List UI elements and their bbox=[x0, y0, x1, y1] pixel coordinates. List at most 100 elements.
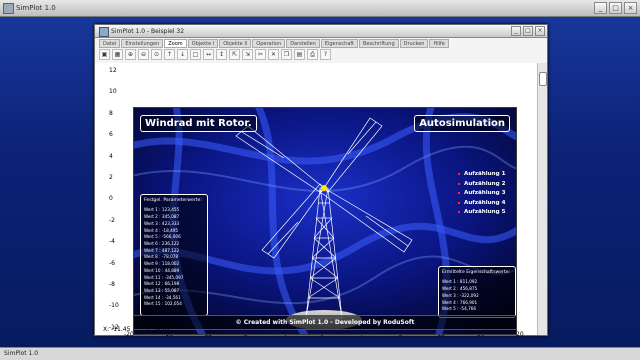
shrink-icon[interactable]: ⇲ bbox=[242, 49, 253, 60]
cut-icon[interactable]: ✂ bbox=[255, 49, 266, 60]
result-box-heading: Ermittelte Eigenschaftswerte: bbox=[442, 270, 511, 275]
parameter-value: Wert 10 : 44,889 bbox=[144, 267, 180, 273]
y-tick-label: -4 bbox=[109, 238, 115, 246]
result-value: Wert 4 : 766,901 bbox=[442, 299, 478, 305]
parameter-value: Wert 11 : -345,097 bbox=[144, 274, 184, 280]
y-tick-label: -6 bbox=[109, 259, 115, 267]
tab-zoom[interactable]: Zoom bbox=[164, 39, 187, 48]
windmill-graphic: Windrad mit Rotor. Autosimulation Aufzäh… bbox=[133, 107, 517, 335]
graphic-title-left: Windrad mit Rotor. bbox=[140, 115, 257, 132]
y-tick-label: 4 bbox=[109, 152, 113, 160]
tab-operation[interactable]: Operation bbox=[252, 39, 286, 48]
coordinate-readout: X: -11.45 Y: 18.02 bbox=[103, 326, 184, 333]
tab-datei[interactable]: Datei bbox=[99, 39, 121, 48]
y-tick-label: -8 bbox=[109, 281, 115, 288]
enumeration-list: Aufzählung 1 Aufzählung 2 Aufzählung 3 Aufz… bbox=[458, 170, 505, 218]
copy-icon[interactable]: ❐ bbox=[281, 49, 292, 60]
parameter-value: Wert 9 : 118,002 bbox=[144, 261, 180, 267]
tab-einstellungen[interactable]: Einstellungen bbox=[121, 39, 164, 48]
rotor-hub bbox=[321, 185, 327, 191]
graphic-title-right: Autosimulation bbox=[414, 115, 510, 132]
window-minimize-button[interactable]: _ bbox=[511, 26, 521, 36]
y-tick-label: -2 bbox=[109, 216, 115, 224]
y-tick-label: 12 bbox=[109, 67, 117, 74]
x-tick-label: 20 bbox=[516, 331, 524, 338]
app-title-bar: SimPlot 1.0 _ □ × bbox=[0, 0, 640, 17]
maximize-button[interactable]: □ bbox=[609, 2, 622, 14]
help-icon[interactable]: ? bbox=[320, 49, 331, 60]
window-title-bar: SimPlot 1.0 - Beispiel 32 _ □ × bbox=[95, 25, 547, 38]
tab-beschriftung[interactable]: Beschriftung bbox=[359, 39, 399, 48]
parameter-box: Festgel. Parameterwerte: Wert 1 : 123,45… bbox=[140, 194, 208, 316]
app-window-controls: _ □ × bbox=[594, 2, 637, 14]
zoom-fit-icon[interactable]: ⊙ bbox=[151, 49, 162, 60]
enumeration-item: Aufzählung 3 bbox=[458, 189, 505, 199]
parameter-value: Wert 5 : -566,006 bbox=[144, 234, 181, 240]
fit-height-icon[interactable]: ↕ bbox=[216, 49, 227, 60]
fit-width-icon[interactable]: ↔ bbox=[203, 49, 214, 60]
minimize-button[interactable]: _ bbox=[594, 2, 607, 14]
tab-drucken[interactable]: Drucken bbox=[399, 39, 429, 48]
y-coordinate: Y: 18.02 bbox=[146, 326, 171, 333]
enumeration-item: Aufzählung 2 bbox=[458, 180, 505, 190]
status-bar: SimPlot 1.0 bbox=[0, 347, 640, 360]
enumeration-item: Aufzählung 5 bbox=[458, 208, 505, 218]
parameter-box-heading: Festgel. Parameterwerte: bbox=[144, 198, 202, 203]
result-value: Wert 1 : 811,092 bbox=[442, 279, 478, 285]
paste-icon[interactable]: ▤ bbox=[294, 49, 305, 60]
window-maximize-button[interactable]: □ bbox=[523, 26, 533, 36]
y-tick-label: 6 bbox=[109, 131, 113, 139]
zoom-in-icon[interactable]: ⊕ bbox=[125, 49, 136, 60]
print-icon[interactable]: ▣ bbox=[99, 49, 110, 60]
enumeration-item: Aufzählung 1 bbox=[458, 170, 505, 180]
parameter-value: Wert 2 : 345,087 bbox=[144, 214, 180, 220]
result-box: Ermittelte Eigenschaftswerte: Wert 1 : 8… bbox=[438, 266, 516, 318]
parameter-value: Wert 7 : 487,122 bbox=[144, 247, 180, 253]
result-value: Wert 2 : 456,875 bbox=[442, 286, 478, 292]
window-icon bbox=[99, 27, 109, 37]
close-button[interactable]: × bbox=[624, 2, 637, 14]
app-title: SimPlot 1.0 bbox=[16, 4, 56, 12]
y-tick-label: 8 bbox=[109, 109, 113, 117]
parameter-value: Wert 8 : -78,078 bbox=[144, 254, 179, 260]
document-window: SimPlot 1.0 - Beispiel 32 _ □ × Datei Ein… bbox=[94, 24, 548, 338]
grid-icon[interactable]: ▦ bbox=[112, 49, 123, 60]
scrollbar-thumb[interactable] bbox=[539, 72, 547, 86]
parameter-value: Wert 12 : 66,198 bbox=[144, 281, 180, 287]
parameter-value: Wert 1 : 123,455 bbox=[144, 207, 180, 213]
parameter-value: Wert 6 : 236,122 bbox=[144, 240, 180, 246]
arrow-down-icon[interactable]: ↓ bbox=[177, 49, 188, 60]
tab-darstellen[interactable]: Darstellen bbox=[286, 39, 320, 48]
delete-icon[interactable]: ✕ bbox=[268, 49, 279, 60]
arrow-up-icon[interactable]: ↑ bbox=[164, 49, 175, 60]
y-tick-label: -10 bbox=[109, 302, 119, 310]
parameter-value: Wert 3 : 423,333 bbox=[144, 220, 180, 226]
result-value: Wert 3 : -322,092 bbox=[442, 292, 479, 298]
expand-icon[interactable]: ⇱ bbox=[229, 49, 240, 60]
tab-hilfe[interactable]: Hilfe bbox=[429, 39, 449, 48]
y-tick-label: 10 bbox=[109, 88, 117, 96]
tab-objekte-i[interactable]: Objekte I bbox=[187, 39, 219, 48]
app-icon bbox=[3, 3, 14, 14]
window-close-button[interactable]: × bbox=[535, 26, 545, 36]
parameter-value: Wert 13 : 55,087 bbox=[144, 287, 180, 293]
menu-tabs: Datei Einstellungen Zoom Objekte I Objekte I… bbox=[95, 38, 547, 48]
printer-icon[interactable]: ⎙ bbox=[307, 49, 318, 60]
vertical-scrollbar[interactable] bbox=[537, 63, 547, 335]
result-value: Wert 5 : -54,766 bbox=[442, 306, 477, 312]
parameter-value: Wert 15 : 102,054 bbox=[144, 301, 182, 307]
parameter-value: Wert 14 : -34,561 bbox=[144, 294, 181, 300]
x-coordinate: X: -11.45 bbox=[103, 326, 131, 333]
window-title: SimPlot 1.0 - Beispiel 32 bbox=[111, 28, 185, 35]
zoom-out-icon[interactable]: ⊖ bbox=[138, 49, 149, 60]
window-controls: _ □ × bbox=[511, 26, 545, 36]
tab-eigenschaft[interactable]: Eigenschaft bbox=[320, 39, 359, 48]
status-text: SimPlot 1.0 bbox=[4, 350, 39, 357]
y-tick-label: 0 bbox=[109, 195, 113, 203]
crop-icon[interactable]: □ bbox=[190, 49, 201, 60]
plot-area[interactable]: 121086420-2-4-6-8-10-12 -20-16-12-8-4048… bbox=[95, 63, 547, 338]
parameter-value: Wert 4 : -18,495 bbox=[144, 227, 179, 233]
enumeration-item: Aufzählung 4 bbox=[458, 199, 505, 209]
y-tick-label: 2 bbox=[109, 174, 113, 181]
tab-objekte-ii[interactable]: Objekte II bbox=[219, 39, 252, 48]
